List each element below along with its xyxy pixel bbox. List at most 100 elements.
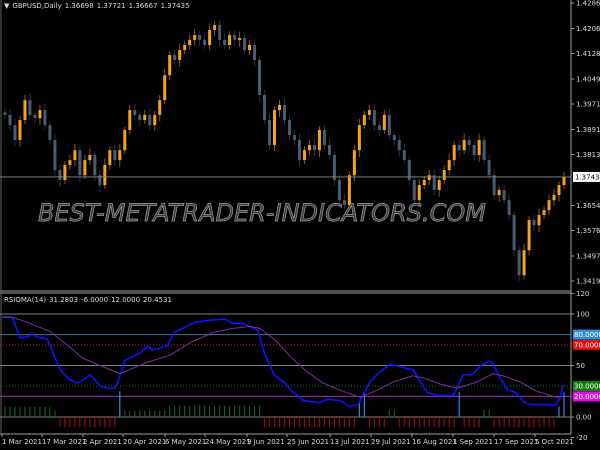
candle-body bbox=[83, 160, 87, 176]
candle-body bbox=[367, 110, 371, 115]
candle bbox=[108, 146, 112, 170]
candle-body bbox=[68, 160, 72, 165]
price-tick-label: 1.35765 bbox=[576, 227, 600, 235]
candle-body bbox=[502, 189, 506, 201]
candle bbox=[93, 151, 97, 181]
candle-body bbox=[402, 150, 406, 161]
candle-body bbox=[203, 39, 207, 46]
indicator-tick-label: 0.00 bbox=[576, 414, 592, 422]
candlestick-series bbox=[0, 19, 571, 282]
candle-body bbox=[332, 154, 336, 180]
date-axis[interactable]: 1 Mar 2021 17 Mar 20212 Apr 2021 20 Apr 20… bbox=[1, 434, 574, 446]
date-tick-label: 17 Sep 2021 bbox=[494, 438, 538, 446]
candle-body bbox=[188, 39, 192, 46]
candle bbox=[43, 103, 47, 130]
candle bbox=[268, 113, 272, 150]
candle-body bbox=[243, 37, 247, 51]
candle bbox=[517, 245, 521, 282]
candle bbox=[447, 153, 451, 175]
candle bbox=[208, 23, 212, 50]
main-pane-header: ▼ GBPUSD,Daily 1.36698 1.37721 1.36667 1.3743… bbox=[4, 2, 193, 10]
candle-body bbox=[123, 129, 127, 151]
candle-body bbox=[387, 114, 391, 136]
watermark-logo: BEST-METATRADER-INDICATORS.COM bbox=[38, 199, 487, 228]
candle bbox=[8, 109, 12, 130]
indicator-value-4: 20.4531 bbox=[143, 296, 172, 304]
candle bbox=[432, 168, 436, 196]
candle bbox=[427, 170, 431, 185]
candle-body bbox=[223, 39, 227, 46]
metatrader-chart-window[interactable]: 1.42860 1.42065 1.41285 1.40490 1.39710 1.389… bbox=[0, 0, 600, 450]
candle-body bbox=[297, 139, 301, 161]
candle-body bbox=[337, 179, 341, 201]
candle-body bbox=[417, 185, 421, 201]
candle bbox=[292, 129, 296, 146]
candle-body bbox=[283, 104, 286, 121]
candle-body bbox=[148, 114, 152, 126]
candle-body bbox=[133, 110, 137, 115]
date-tick-label: 6 May 2021 bbox=[165, 438, 206, 446]
date-tick-label: 20 Apr 2021 bbox=[123, 438, 166, 446]
candle bbox=[407, 156, 411, 185]
price-axis[interactable]: 1.42860 1.42065 1.41285 1.40490 1.39710 1.389… bbox=[571, 0, 600, 286]
level-label: 30.0000 bbox=[574, 383, 600, 391]
date-tick-label: 24 May 2021 bbox=[205, 438, 251, 446]
candle-body bbox=[18, 120, 22, 140]
price-tick-label: 1.39710 bbox=[576, 101, 600, 109]
price-tick-label: 1.42065 bbox=[576, 25, 600, 33]
candle-body bbox=[113, 150, 117, 161]
candle-body bbox=[542, 210, 546, 215]
candle-body bbox=[477, 139, 481, 155]
candle-body bbox=[218, 25, 222, 40]
low-value: 1.36667 bbox=[128, 2, 158, 10]
candle-body bbox=[492, 175, 496, 196]
candle bbox=[522, 243, 526, 280]
candle bbox=[387, 108, 391, 140]
candle bbox=[13, 118, 17, 146]
candle bbox=[103, 158, 107, 189]
candle bbox=[283, 98, 286, 124]
collapse-triangle-icon[interactable]: ▼ bbox=[4, 2, 9, 10]
price-tick-label: 1.34970 bbox=[576, 252, 600, 260]
candle-body bbox=[53, 139, 57, 171]
candle bbox=[253, 38, 257, 66]
candle bbox=[357, 118, 361, 157]
candle bbox=[263, 89, 267, 124]
candle bbox=[377, 121, 381, 137]
date-tick-label: 1 Sep 2021 bbox=[453, 438, 493, 446]
candle-body bbox=[38, 110, 42, 119]
price-tick-label: 1.38915 bbox=[576, 126, 600, 134]
candle bbox=[48, 121, 52, 145]
candle bbox=[88, 148, 92, 165]
candle bbox=[83, 154, 87, 180]
candle bbox=[477, 133, 481, 162]
candle-body bbox=[73, 150, 77, 161]
candle-body bbox=[557, 185, 561, 196]
candle bbox=[143, 109, 147, 124]
candle-body bbox=[512, 214, 516, 251]
candle-body bbox=[28, 100, 32, 115]
level-label: 70.0000 bbox=[574, 341, 600, 349]
candle bbox=[467, 136, 471, 150]
price-tick-label: 1.41285 bbox=[576, 50, 600, 58]
date-tick-label: 17 Mar 2021 bbox=[42, 438, 86, 446]
candle-body bbox=[392, 135, 396, 140]
candle-body bbox=[78, 150, 82, 176]
candle-body bbox=[462, 139, 466, 151]
candle-body bbox=[88, 154, 92, 161]
candle bbox=[302, 146, 306, 164]
candle-body bbox=[552, 195, 556, 201]
price-tick-label: 1.34190 bbox=[576, 278, 600, 286]
candle-body bbox=[522, 250, 526, 276]
candle-body bbox=[562, 177, 566, 186]
candle-body bbox=[178, 50, 182, 61]
candle bbox=[452, 141, 456, 166]
candle bbox=[213, 21, 217, 36]
open-value: 1.36698 bbox=[64, 2, 94, 10]
candle bbox=[243, 34, 247, 54]
indicator-tick-label: 120 bbox=[576, 290, 589, 298]
candle bbox=[532, 214, 536, 231]
candle bbox=[3, 108, 7, 119]
level-label: 80.0000 bbox=[574, 331, 600, 339]
candle bbox=[183, 41, 187, 54]
